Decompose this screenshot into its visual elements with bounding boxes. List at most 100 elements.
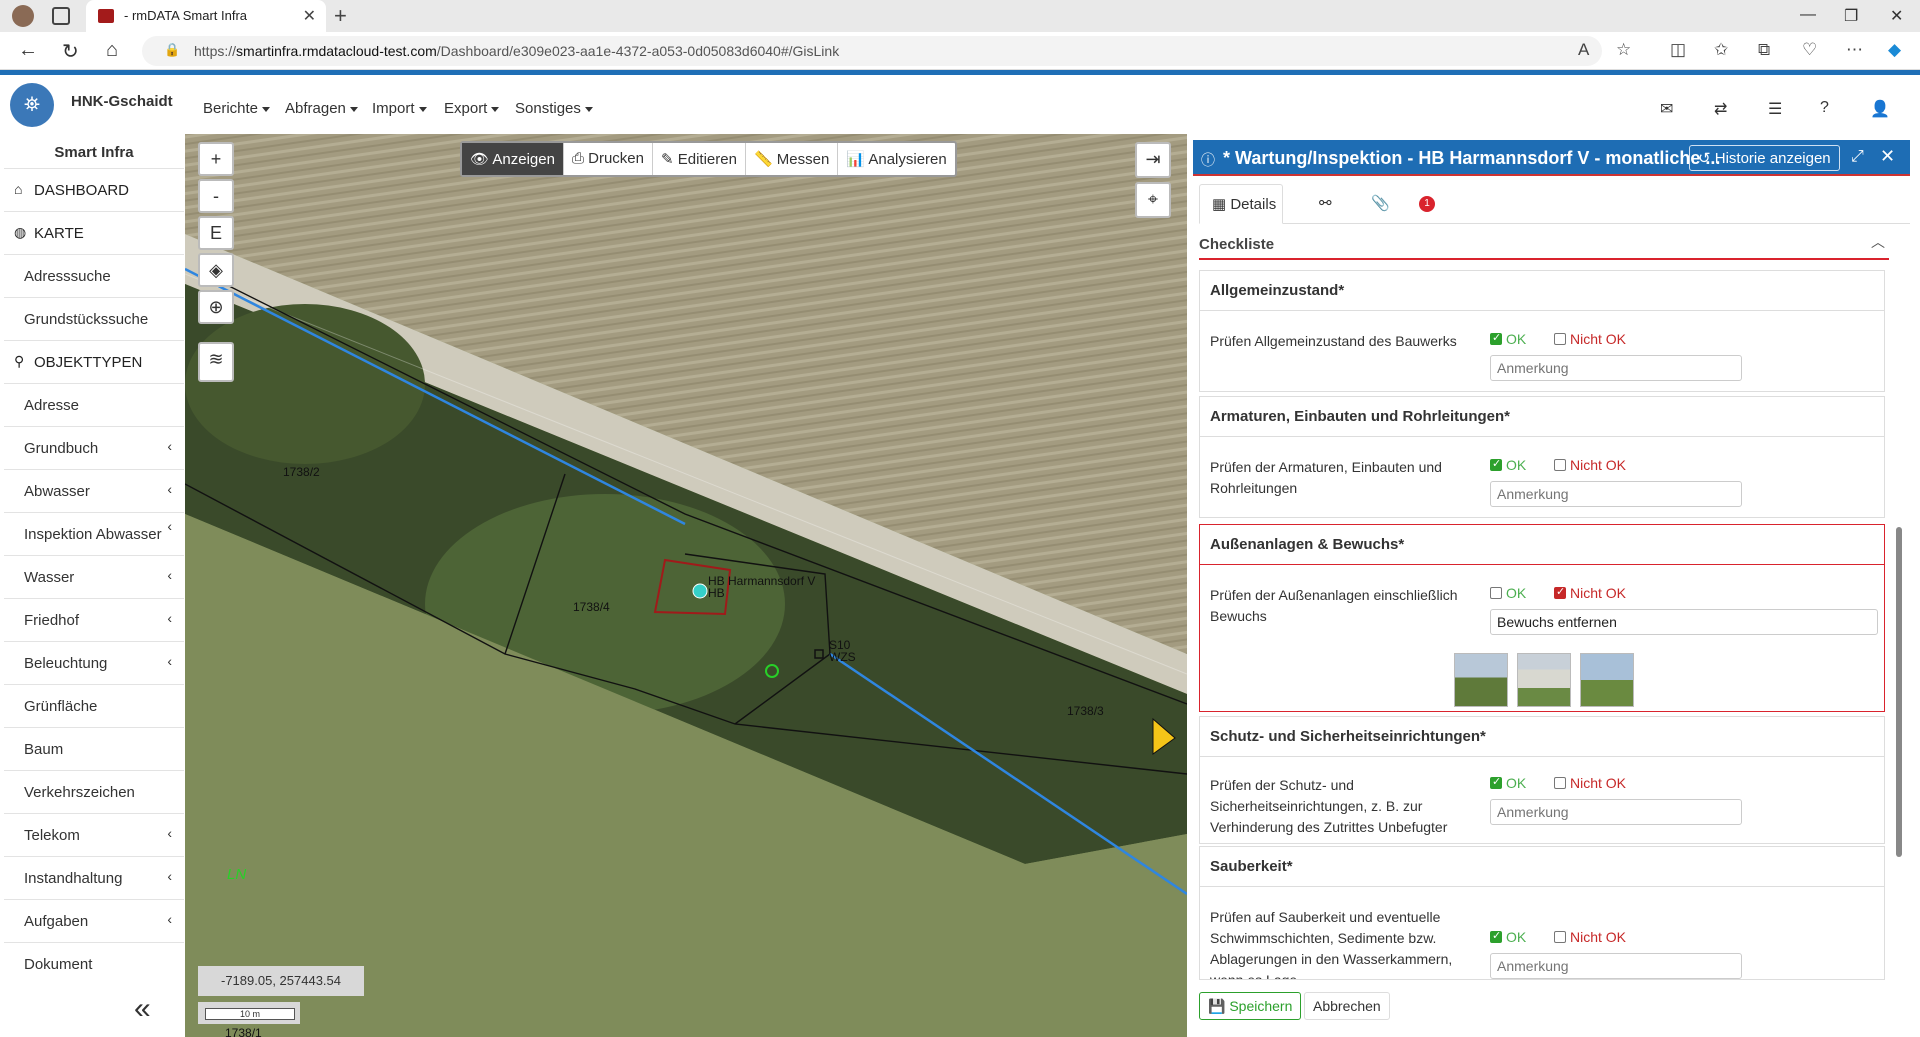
scrollbar-thumb[interactable] [1896,527,1902,857]
sidebar-item-telekom[interactable]: Telekom ‹ [4,813,184,856]
sidebar-objekttypen[interactable]: ⚲ OBJEKTTYPEN [4,340,184,383]
sidebar-item-abwasser[interactable]: Abwasser ‹ [4,469,184,512]
ok-checkbox[interactable]: OK [1490,585,1526,601]
coordinate-readout: -7189.05, 257443.54 [198,966,364,996]
close-window-icon[interactable]: ✕ [1890,6,1903,26]
add-location-icon[interactable]: ⌖ [1135,182,1171,218]
copilot-icon[interactable]: ◆ [1888,40,1901,60]
sidebar-item-friedhof[interactable]: Friedhof ‹ [4,598,184,641]
collapse-sidebar-icon[interactable]: « [134,992,151,1026]
back-icon[interactable]: ← [18,39,38,62]
tool-messen[interactable]: 📏 Messen [746,143,839,175]
app-logo[interactable]: ⛯ [10,83,54,127]
zoom-in-button[interactable]: + [198,142,234,176]
sidebar-item-instandhaltung[interactable]: Instandhaltung ‹ [4,856,184,899]
note-input[interactable] [1490,799,1742,825]
history-button[interactable]: ↺ Historie anzeigen [1689,145,1840,171]
home-icon[interactable]: ⌂ [106,39,118,62]
tab-details[interactable]: ▦ Details [1199,184,1283,224]
database-icon[interactable]: ☰ [1768,99,1782,119]
sidebar-item-aufgaben[interactable]: Aufgaben ‹ [4,899,184,942]
zoom-out-button[interactable]: - [198,179,234,213]
photo-thumbnail[interactable] [1517,653,1571,707]
photo-thumbnail[interactable] [1454,653,1508,707]
export-map-icon[interactable]: ⇥ [1135,142,1171,178]
sidebar-item-beleuchtung[interactable]: Beleuchtung ‹ [4,641,184,684]
restore-icon[interactable]: ❐ [1844,6,1858,26]
url-field[interactable]: 🔒 https://smartinfra.rmdatacloud-test.co… [142,36,1602,66]
layers-icon[interactable]: ≋ [198,342,234,382]
cancel-button[interactable]: Abbrechen [1304,992,1390,1020]
sidebar-item-label: Beleuchtung [24,655,108,672]
workspaces-icon[interactable] [52,7,70,25]
read-aloud-icon[interactable]: A [1578,40,1589,60]
sidebar-item-grundstueckssuche[interactable]: Grundstückssuche [4,297,184,340]
issues-badge: 1 [1419,196,1435,212]
sidebar-karte[interactable]: ◍ KARTE [4,211,184,254]
sidebar-dashboard[interactable]: ⌂ DASHBOARD [4,168,184,211]
sidebar-item-dokument[interactable]: Dokument [4,942,184,985]
expand-icon[interactable]: ⤢ [1851,148,1864,166]
tool-editieren[interactable]: ✎ Editieren [653,143,746,175]
split-screen-icon[interactable]: ◫ [1670,40,1686,60]
not-ok-checkbox[interactable]: Nicht OK [1554,331,1626,347]
more-icon[interactable]: ⋯ [1846,40,1863,60]
note-input[interactable] [1490,355,1742,381]
note-input[interactable] [1490,609,1878,635]
save-button[interactable]: 💾 Speichern [1199,992,1302,1020]
note-input[interactable] [1490,953,1742,979]
section-title: Allgemeinzustand* [1210,282,1345,299]
help-icon[interactable]: ? [1820,99,1829,117]
tool-anzeigen-label: Anzeigen [492,151,555,168]
sidebar-item-inspektion-abwasser[interactable]: Inspektion Abwasser ‹ [4,512,184,555]
menu-import[interactable]: Import [372,100,427,117]
sidebar-item-baum[interactable]: Baum [4,727,184,770]
favorites-icon[interactable]: ✩ [1714,40,1728,60]
collections-icon[interactable]: ⧉ [1758,40,1770,60]
sidebar-item-wasser[interactable]: Wasser ‹ [4,555,184,598]
sidebar-item-gruenflaeche[interactable]: Grünfläche [4,684,184,727]
tool-analysieren[interactable]: 📊 Analysieren [838,143,954,175]
sidebar-item-label: Grünfläche [24,698,98,715]
profile-avatar[interactable] [12,5,34,27]
extent-button[interactable]: E [198,216,234,250]
favorite-star-icon[interactable]: ☆ [1616,40,1631,60]
browser-tab[interactable]: - rmDATA Smart Infra ✕ [86,0,326,32]
locate-icon[interactable]: ⊕ [198,290,234,324]
sidebar-item-adresssuche[interactable]: Adresssuche [4,254,184,297]
ok-checkbox[interactable]: OK [1490,331,1526,347]
map-view[interactable]: + - E ◈ ⊕ ≋ 👁 Anzeigen ⎙ Drucken ✎ Editi… [185,134,1187,1037]
minimize-icon[interactable]: — [1800,6,1816,24]
ok-checkbox[interactable]: OK [1490,457,1526,473]
section-title: Schutz- und Sicherheitseinrichtungen* [1210,728,1486,745]
compass-icon[interactable]: ◈ [198,253,234,287]
photo-thumbnail[interactable] [1580,653,1634,707]
checklist-section: Sauberkeit* Prüfen auf Sauberkeit und ev… [1199,846,1885,980]
not-ok-checkbox[interactable]: Nicht OK [1554,929,1626,945]
browser-essentials-icon[interactable]: ♡ [1802,40,1817,60]
not-ok-checkbox[interactable]: Nicht OK [1554,457,1626,473]
close-panel-icon[interactable]: ✕ [1880,146,1895,167]
mail-icon[interactable]: ✉ [1660,99,1673,119]
reload-icon[interactable]: ↻ [62,39,79,64]
user-icon[interactable]: 👤 [1870,99,1890,119]
sidebar-item-verkehrszeichen[interactable]: Verkehrszeichen [4,770,184,813]
menu-berichte[interactable]: Berichte [203,100,270,117]
sync-icon[interactable]: ⇄ [1714,99,1727,119]
chevron-up-icon[interactable]: ︿ [1871,232,1885,252]
not-ok-checkbox[interactable]: Nicht OK [1554,775,1626,791]
menu-abfragen[interactable]: Abfragen [285,100,358,117]
sidebar-item-adresse[interactable]: Adresse [4,383,184,426]
note-input[interactable] [1490,481,1742,507]
tool-anzeigen[interactable]: 👁 Anzeigen [462,143,564,175]
checklist-header[interactable]: Checkliste ︿ [1199,230,1889,260]
not-ok-checkbox[interactable]: Nicht OK [1554,585,1626,601]
menu-export[interactable]: Export [444,100,499,117]
sidebar-item-grundbuch[interactable]: Grundbuch ‹ [4,426,184,469]
menu-sonstiges[interactable]: Sonstiges [515,100,593,117]
ok-checkbox[interactable]: OK [1490,929,1526,945]
tool-drucken[interactable]: ⎙ Drucken [564,143,653,175]
close-tab-icon[interactable]: ✕ [303,6,316,26]
ok-checkbox[interactable]: OK [1490,775,1526,791]
new-tab-icon[interactable]: + [334,3,347,29]
